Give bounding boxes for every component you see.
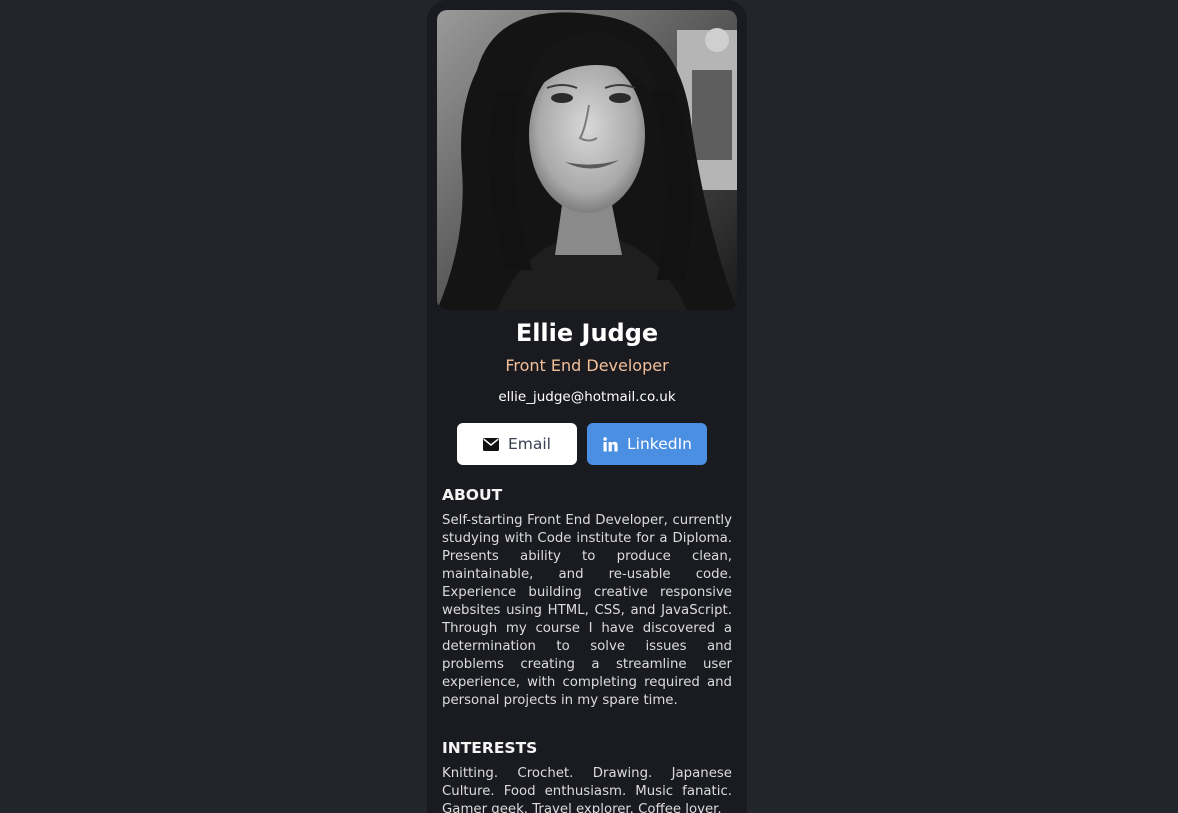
email-button-label: Email [507, 435, 551, 453]
linkedin-icon [602, 436, 619, 453]
about-heading: ABOUT [442, 486, 503, 504]
interests-heading: INTERESTS [442, 739, 538, 757]
portrait-image [437, 10, 737, 310]
email-button[interactable]: Email [457, 423, 577, 465]
profile-role: Front End Developer [505, 356, 669, 375]
envelope-icon [483, 436, 500, 453]
linkedin-button[interactable]: LinkedIn [587, 423, 707, 465]
profile-photo [437, 10, 737, 310]
about-text: Self-starting Front End Developer, curre… [442, 513, 732, 708]
profile-name: Ellie Judge [515, 319, 659, 347]
profile-card: Ellie Judge Front End Developer ellie_ju… [427, 0, 747, 813]
linkedin-button-label: LinkedIn [627, 435, 692, 453]
interests-text: Knitting. Crochet. Drawing. Japanese Cul… [442, 766, 732, 813]
profile-email-address: ellie_judge@hotmail.co.uk [498, 389, 676, 405]
